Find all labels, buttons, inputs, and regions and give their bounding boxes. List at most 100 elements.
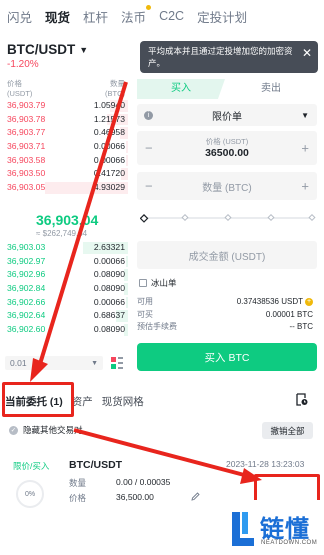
tooltip-text: 平均成本并且通过定投增加您的加密资产。 [148,46,293,68]
buy-btc-button[interactable]: 买入 BTC [137,343,317,371]
quantity-placeholder: 数量 (BTC) [202,182,252,194]
bid-qty: 0.00066 [93,296,125,307]
ask-row[interactable]: 36,903.05 4.93029 [7,181,128,195]
ask-qty: 0.46958 [93,127,125,138]
can-buy-row: 可买 0.00001 BTC [137,309,317,320]
edit-icon[interactable] [191,492,200,501]
bid-price: 36,902.60 [7,324,46,335]
bid-row[interactable]: 36,902.60 0.08090 [7,323,128,337]
plus-icon[interactable]: + [301,141,309,156]
tab-margin[interactable]: 杠杆 [83,7,108,26]
close-icon[interactable]: ✕ [302,47,312,59]
bid-qty: 0.08090 [93,283,125,294]
orderbook-header: 价格 (USDT) 数量 (BTC) [7,79,125,99]
bid-row[interactable]: 36,903.03 2.63321 [7,241,128,255]
order-symbol: BTC/USDT [69,459,123,471]
chevron-down-icon: ▼ [91,359,98,367]
ask-price: 36,903.58 [7,154,46,165]
watermark-logo-icon [232,512,254,546]
bid-row[interactable]: 36,902.66 0.00066 [7,296,128,310]
order-type-label: 限价单 [212,111,242,123]
ask-row[interactable]: 36,903.77 0.46958 [7,126,128,140]
hide-other-pairs-toggle[interactable]: ✓ 隐藏其他交易对 [9,424,83,436]
tab-assets[interactable]: 资产 [72,394,93,409]
order-side: 限价/买入 [13,461,50,471]
bid-qty: 0.68637 [93,310,125,321]
bid-row[interactable]: 36,902.97 0.00066 [7,255,128,269]
ask-row[interactable]: 36,903.79 1.05940 [7,99,128,113]
bid-qty: 0.00066 [93,255,125,266]
ask-row[interactable]: 36,903.78 1.21573 [7,113,128,127]
fee-row: 预估手续费 -- BTC [137,321,317,332]
orderbook-bids: 36,903.03 2.63321 36,902.97 0.00066 36,902.9… [7,241,128,337]
depth-select[interactable]: 0.01 ▼ [5,356,103,370]
watermark-sub: NEATDOWN.COM [261,540,318,546]
add-funds-icon[interactable]: + [305,297,313,306]
caret-down-icon: ▼ [301,110,309,120]
hide-other-pairs-label: 隐藏其他交易对 [23,425,83,435]
ask-price: 36,903.05 [7,182,46,193]
ask-price: 36,903.78 [7,113,46,124]
price-input[interactable]: − 价格 (USDT) 36500.00 + [137,131,317,165]
iceberg-label: 冰山单 [151,278,177,288]
tab-c2c[interactable]: C2C [159,9,184,23]
check-icon: ✓ [9,425,18,435]
orderbook-layout-icon[interactable] [111,357,123,369]
fee-value: -- BTC [289,322,313,331]
tab-spot[interactable]: 现货 [45,7,70,26]
watermark-text: 链懂 [260,515,310,543]
bid-row[interactable]: 36,902.84 0.08090 [7,282,128,296]
tab-spot-grid[interactable]: 现货网格 [102,394,144,409]
quantity-input[interactable]: − 数量 (BTC) + [137,172,317,200]
last-price: 36,903.04 [36,212,99,228]
depth-bar [125,255,128,268]
ask-row[interactable]: 36,903.71 0.00066 [7,140,128,154]
tab-auto-invest[interactable]: 定投计划 [197,7,247,26]
order-type-select[interactable]: i 限价单 ▼ [137,104,317,126]
amount-slider[interactable] [140,213,316,223]
ask-row[interactable]: 36,903.58 0.00066 [7,154,128,168]
total-placeholder: 成交金额 (USDT) [188,251,266,263]
pair-symbol: BTC/USDT [7,42,76,57]
price-input-label: 价格 (USDT) [205,137,249,146]
bid-qty: 0.08090 [93,324,125,335]
last-price-usd: ≈ $262,749.64 [36,229,88,238]
cancel-all-button[interactable]: 撤销全部 [262,422,313,439]
can-buy-label: 可买 [137,310,153,319]
can-buy-value: 0.00001 BTC [265,310,313,319]
order-history-icon[interactable] [296,393,308,406]
plus-icon[interactable]: + [301,179,309,194]
total-input[interactable]: 成交金额 (USDT) [137,241,317,269]
available-value-wrap: 0.37438536 USDT + [237,296,313,307]
tab-sell[interactable]: 卖出 [225,79,317,99]
filled-progress-ring: 0% [16,480,44,508]
ask-price: 36,903.71 [7,141,46,152]
pair-selector[interactable]: BTC/USDT ▼ [7,42,88,57]
bid-qty: 0.08090 [93,269,125,280]
ask-qty: 0.41720 [93,168,125,179]
tab-swap[interactable]: 闪兑 [7,7,32,26]
iceberg-checkbox[interactable]: 冰山单 [139,277,177,289]
order-qty-label: 数量 [69,478,87,488]
auto-invest-tooltip: 平均成本并且通过定投增加您的加密资产。 ✕ [140,41,318,73]
orderbook-qty-header: 数量 (BTC) [105,79,125,98]
bid-price: 36,902.97 [7,255,46,266]
ask-price: 36,903.77 [7,127,46,138]
ask-row[interactable]: 36,903.50 0.41720 [7,167,128,181]
ask-qty: 1.21573 [93,113,125,124]
bid-price: 36,902.66 [7,296,46,307]
tab-buy[interactable]: 买入 [137,79,225,99]
orderbook-bids-wrap: 36,903.03 2.63321 36,902.97 0.00066 36,902.9… [7,241,128,337]
ask-price: 36,903.50 [7,168,46,179]
orderbook-asks: 36,903.79 1.05940 36,903.78 1.21573 36,903.7… [7,99,128,195]
bid-row[interactable]: 36,902.64 0.68637 [7,309,128,323]
order-price-label: 价格 [69,493,87,503]
bid-price: 36,902.84 [7,283,46,294]
tab-fiat[interactable]: 法币 [121,4,152,26]
info-icon[interactable]: i [144,110,153,120]
caret-down-icon: ▼ [79,44,89,55]
bid-row[interactable]: 36,902.96 0.08090 [7,268,128,282]
depth-step: 0.01 [10,358,27,368]
price-input-value: 36500.00 [205,147,249,159]
site-watermark: 链懂 NEATDOWN.COM [222,500,324,555]
